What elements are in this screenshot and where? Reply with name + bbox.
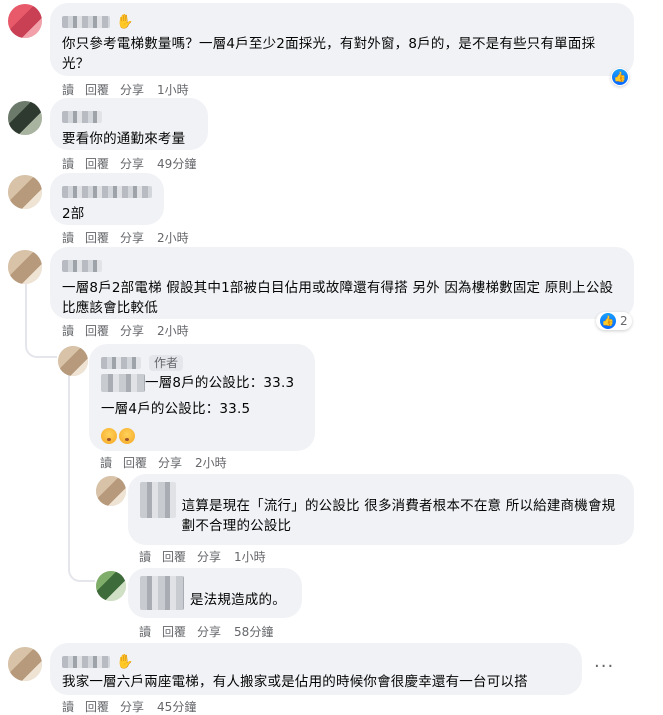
timestamp[interactable]: 2小時 bbox=[157, 231, 189, 245]
thread-line bbox=[25, 320, 57, 358]
comment-actions: 讀回覆 分享 1小時 bbox=[62, 81, 200, 98]
wave-icon: ✋ bbox=[116, 13, 134, 30]
read-link[interactable]: 讀 bbox=[139, 550, 151, 564]
read-link[interactable]: 讀 bbox=[139, 625, 151, 639]
reply-link[interactable]: 回覆 bbox=[85, 700, 109, 714]
author-badge: 作者 bbox=[149, 354, 184, 371]
more-options-icon[interactable]: ··· bbox=[594, 656, 614, 677]
reply-link[interactable]: 回覆 bbox=[85, 83, 109, 97]
avatar[interactable] bbox=[8, 250, 42, 284]
timestamp[interactable]: 1小時 bbox=[234, 550, 266, 564]
comment-bubble: 這算是現在「流行」的公設比 很多消費者根本不在意 所以給建商機會規劃不合理的公設… bbox=[128, 474, 634, 545]
like-icon: 👍 bbox=[600, 313, 616, 329]
avatar[interactable] bbox=[8, 647, 42, 681]
comment-text: 要看你的通勤來考量 bbox=[62, 131, 186, 147]
comment-bubble: 作者 一層8戶的公設比：33.3 一層4戶的公設比：33.5 bbox=[89, 344, 315, 451]
read-link[interactable]: 讀 bbox=[62, 157, 74, 171]
comment-actions: 讀回覆 分享 45分鐘 bbox=[62, 698, 207, 715]
author-name[interactable] bbox=[62, 259, 102, 272]
share-link[interactable]: 分享 bbox=[120, 83, 144, 97]
reply-link[interactable]: 回覆 bbox=[85, 324, 109, 338]
comment-bubble: 要看你的通勤來考量 bbox=[50, 98, 208, 150]
emoji-icon bbox=[119, 427, 135, 444]
comment-text: 一層8戶的公設比：33.3 bbox=[145, 375, 295, 391]
timestamp[interactable]: 58分鐘 bbox=[234, 625, 273, 639]
comment-actions: 讀回覆 分享 49分鐘 bbox=[62, 155, 207, 172]
author-name[interactable] bbox=[62, 655, 110, 668]
emoji-row bbox=[101, 425, 303, 444]
timestamp[interactable]: 2小時 bbox=[195, 456, 227, 470]
blurred-name bbox=[140, 576, 184, 610]
avatar[interactable] bbox=[96, 571, 126, 601]
emoji-icon bbox=[101, 427, 117, 444]
reaction-badge[interactable]: 👍 bbox=[611, 68, 629, 86]
share-link[interactable]: 分享 bbox=[120, 700, 144, 714]
comment-text: 你只參考電梯數量嗎？一層4戶至少2面採光，有對外窗，8戶的，是不是有些只有單面採… bbox=[62, 36, 596, 72]
avatar[interactable] bbox=[96, 476, 126, 506]
share-link[interactable]: 分享 bbox=[120, 324, 144, 338]
comment-bubble: ✋ 我家一層六戶兩座電梯，有人搬家或是佔用的時候你會很慶幸還有一台可以搭 bbox=[50, 643, 582, 695]
comment-text: 一層8戶2部電梯 假設其中1部被白目佔用或故障還有得搭 另外 因為樓梯數固定 原… bbox=[62, 280, 614, 316]
reaction-count: 2 bbox=[620, 314, 628, 328]
author-name[interactable] bbox=[62, 185, 152, 198]
avatar[interactable] bbox=[8, 4, 42, 38]
comment-line: 一層8戶的公設比：33.3 bbox=[101, 373, 303, 393]
comment-actions: 讀回覆 分享 2小時 bbox=[62, 322, 200, 339]
comment-bubble: 2部 bbox=[50, 173, 164, 225]
thread-line bbox=[68, 555, 95, 582]
reply-link[interactable]: 回覆 bbox=[162, 625, 186, 639]
share-link[interactable]: 分享 bbox=[197, 550, 221, 564]
reply-link[interactable]: 回覆 bbox=[85, 231, 109, 245]
comment-text: 是法規造成的。 bbox=[190, 592, 286, 608]
author-name[interactable] bbox=[62, 110, 102, 123]
comment-bubble: 是法規造成的。 bbox=[128, 568, 302, 618]
read-link[interactable]: 讀 bbox=[62, 83, 74, 97]
thread-line bbox=[68, 370, 70, 570]
comment-actions: 讀回覆 分享 58分鐘 bbox=[139, 623, 284, 640]
share-link[interactable]: 分享 bbox=[120, 231, 144, 245]
share-link[interactable]: 分享 bbox=[120, 157, 144, 171]
read-link[interactable]: 讀 bbox=[100, 456, 112, 470]
avatar[interactable] bbox=[8, 175, 42, 209]
reply-link[interactable]: 回覆 bbox=[162, 550, 186, 564]
reply-link[interactable]: 回覆 bbox=[123, 456, 147, 470]
comment-bubble: 一層8戶2部電梯 假設其中1部被白目佔用或故障還有得搭 另外 因為樓梯數固定 原… bbox=[50, 247, 634, 319]
blurred-name bbox=[140, 482, 176, 518]
reaction-badge[interactable]: 👍 2 bbox=[596, 312, 632, 330]
read-link[interactable]: 讀 bbox=[62, 231, 74, 245]
timestamp[interactable]: 45分鐘 bbox=[157, 700, 196, 714]
like-icon: 👍 bbox=[612, 69, 628, 85]
comment-bubble: ✋ 你只參考電梯數量嗎？一層4戶至少2面採光，有對外窗，8戶的，是不是有些只有單… bbox=[50, 3, 634, 76]
blurred-text bbox=[101, 374, 145, 392]
avatar[interactable] bbox=[8, 101, 42, 135]
share-link[interactable]: 分享 bbox=[158, 456, 182, 470]
comment-text: 2部 bbox=[62, 206, 85, 222]
comment-actions: 讀回覆 分享 1小時 bbox=[139, 548, 277, 565]
comment-text: 這算是現在「流行」的公設比 很多消費者根本不在意 所以給建商機會規劃不合理的公設… bbox=[181, 498, 616, 534]
reply-link[interactable]: 回覆 bbox=[85, 157, 109, 171]
author-name[interactable] bbox=[62, 15, 110, 28]
share-link[interactable]: 分享 bbox=[197, 625, 221, 639]
comment-text: 我家一層六戶兩座電梯，有人搬家或是佔用的時候你會很慶幸還有一台可以搭 bbox=[62, 674, 528, 690]
timestamp[interactable]: 49分鐘 bbox=[157, 157, 196, 171]
avatar[interactable] bbox=[58, 346, 88, 376]
wave-icon: ✋ bbox=[116, 653, 134, 670]
author-name[interactable] bbox=[101, 356, 141, 369]
comment-text: 一層4戶的公設比：33.5 bbox=[101, 401, 251, 417]
comment-actions: 讀回覆 分享 2小時 bbox=[100, 454, 238, 471]
read-link[interactable]: 讀 bbox=[62, 324, 74, 338]
timestamp[interactable]: 1小時 bbox=[157, 83, 189, 97]
read-link[interactable]: 讀 bbox=[62, 700, 74, 714]
timestamp[interactable]: 2小時 bbox=[157, 324, 189, 338]
comment-actions: 讀回覆 分享 2小時 bbox=[62, 229, 200, 246]
